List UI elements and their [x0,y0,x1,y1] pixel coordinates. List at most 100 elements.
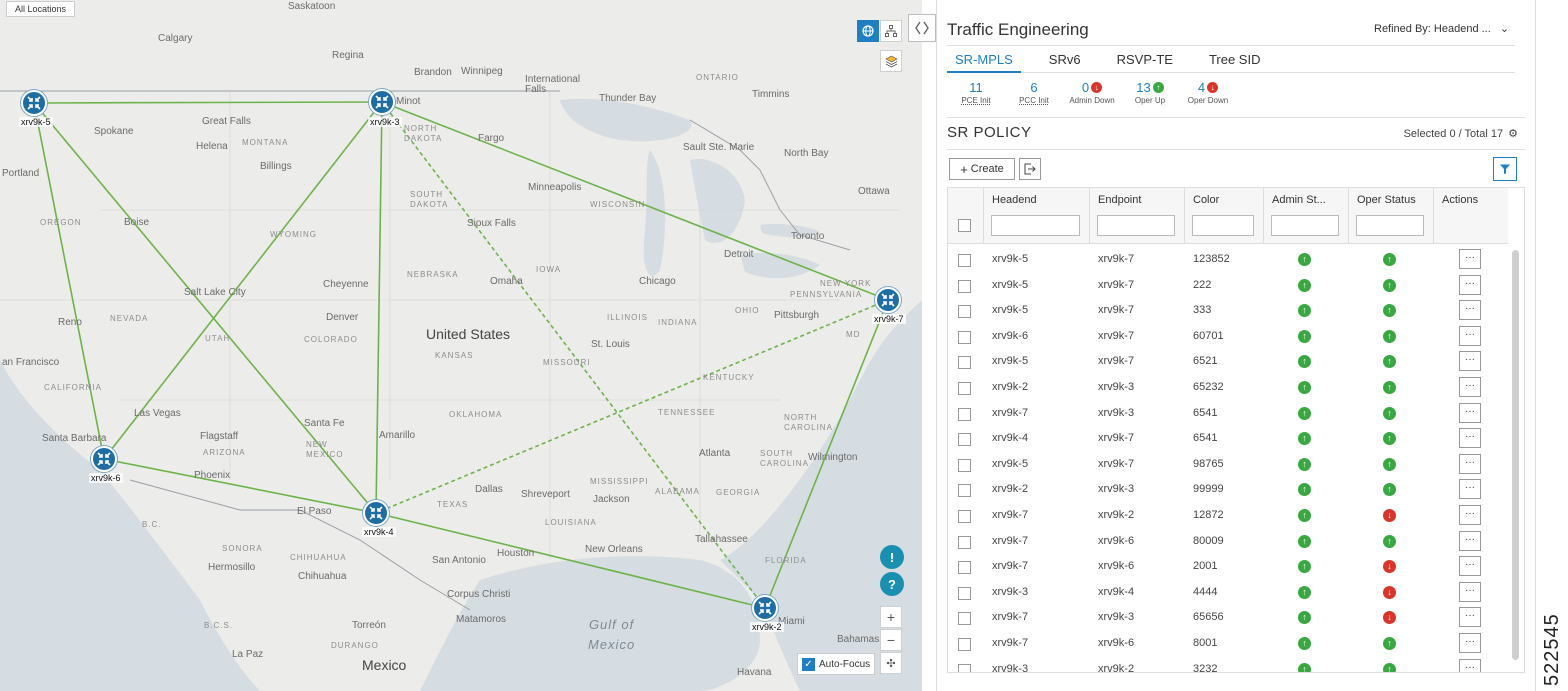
router-node[interactable] [91,446,117,472]
admin-status-up-icon: ↑ [1298,304,1311,318]
select-all-checkbox[interactable] [958,219,971,232]
table-row[interactable]: xrv9k-3 xrv9k-2 3232 ↑ ↑ ··· [948,657,1508,672]
row-actions-button[interactable]: ··· [1459,453,1481,474]
recenter-icon[interactable]: ✣ [880,652,902,674]
map-place-label: Winnipeg [461,66,503,77]
stat-admin-down[interactable]: 0 ↓ Admin Down [1063,80,1121,105]
row-actions-button[interactable]: ··· [1459,658,1481,672]
router-node[interactable] [369,89,395,115]
row-actions-button[interactable]: ··· [1459,633,1481,653]
row-actions-button[interactable]: ··· [1459,300,1481,321]
router-node[interactable] [875,287,901,313]
row-checkbox[interactable] [958,254,971,267]
row-checkbox[interactable] [958,356,971,370]
stat-pce-init[interactable]: 11 PCE Init [947,80,1005,105]
stat-oper-down[interactable]: 4 ↓ Oper Down [1179,80,1237,105]
map-place-label: Bahamas [837,634,880,645]
zoom-in-icon[interactable]: + [880,606,902,628]
table-row[interactable]: xrv9k-7 xrv9k-6 2001 ↑ ↓ ··· [948,554,1508,580]
stat-value: 6 [1030,80,1038,95]
row-checkbox[interactable] [958,433,971,447]
table-row[interactable]: xrv9k-7 xrv9k-6 8001 ↑ ↑ ··· [948,631,1508,657]
layers-icon[interactable] [880,50,902,72]
row-actions-button[interactable]: ··· [1459,274,1481,295]
alert-icon[interactable]: ! [880,545,904,569]
row-checkbox[interactable] [958,279,971,293]
row-actions-button[interactable]: ··· [1459,377,1481,397]
table-row[interactable]: xrv9k-6 xrv9k-7 60701 ↑ ↑ ··· [948,324,1508,350]
table-row[interactable]: xrv9k-7 xrv9k-3 6541 ↑ ↑ ··· [948,401,1508,427]
admin-status-filter-input[interactable] [1271,215,1339,236]
row-actions-button[interactable]: ··· [1459,428,1481,449]
headend-filter-input[interactable] [991,215,1080,236]
row-actions-button[interactable]: ··· [1459,556,1481,577]
arrow-down-icon: ↓ [1091,82,1103,93]
table-row[interactable]: xrv9k-2 xrv9k-3 99999 ↑ ↑ ··· [948,477,1508,503]
gear-icon[interactable]: ⚙ [1508,128,1518,140]
row-actions-button[interactable]: ··· [1459,325,1481,346]
row-actions-button[interactable]: ··· [1459,402,1481,423]
table-row[interactable]: xrv9k-7 xrv9k-3 65656 ↑ ↓ ··· [948,605,1508,631]
row-checkbox[interactable] [958,638,971,651]
export-icon[interactable] [1019,158,1041,180]
table-row[interactable]: xrv9k-5 xrv9k-7 6521 ↑ ↑ ··· [948,349,1508,375]
table-row[interactable]: xrv9k-4 xrv9k-7 6541 ↑ ↑ ··· [948,426,1508,452]
table-row[interactable]: xrv9k-2 xrv9k-3 65232 ↑ ↑ ··· [948,375,1508,401]
topology-link[interactable] [33,101,383,104]
table-row[interactable]: xrv9k-5 xrv9k-7 222 ↑ ↑ ··· [948,273,1508,299]
row-checkbox[interactable] [958,586,971,600]
create-button[interactable]: + Create [949,158,1015,180]
table-row[interactable]: xrv9k-5 xrv9k-7 123852 ↑ ↑ ··· [948,247,1508,273]
router-node[interactable] [752,595,778,621]
admin-status-up-icon: ↑ [1298,509,1311,522]
topology-icon[interactable] [880,20,902,42]
table-row[interactable]: xrv9k-3 xrv9k-4 4444 ↑ ↓ ··· [948,580,1508,606]
row-checkbox[interactable] [958,458,971,472]
row-actions-button[interactable]: ··· [1459,479,1481,500]
refined-by-dropdown[interactable]: Refined By: Headend ... ⌄ [1374,22,1509,35]
row-checkbox[interactable] [958,330,971,344]
row-checkbox[interactable] [958,305,971,319]
row-actions-button[interactable]: ··· [1459,249,1481,269]
globe-icon[interactable] [857,20,879,42]
row-checkbox[interactable] [958,535,971,549]
filter-icon[interactable] [1493,157,1517,181]
row-checkbox[interactable] [958,561,971,575]
row-actions-button[interactable]: ··· [1459,607,1481,628]
tab-sr-mpls[interactable]: SR-MPLS [947,46,1021,73]
help-icon[interactable]: ? [880,572,904,596]
row-checkbox[interactable] [958,484,971,498]
topology-map[interactable]: Saskatoon Calgary Regina Brandon Winnipeg Int… [0,0,922,691]
stat-pcc-init[interactable]: 6 PCC Init [1005,80,1063,105]
tab-srv6[interactable]: SRv6 [1041,46,1089,73]
admin-status-up-icon: ↑ [1298,637,1311,650]
row-actions-button[interactable]: ··· [1459,505,1481,525]
panel-splitter-toggle[interactable] [908,14,936,42]
all-locations-breadcrumb[interactable]: All Locations [6,1,76,17]
tab-rsvp-te[interactable]: RSVP-TE [1109,46,1181,73]
cell-color: 65232 [1193,381,1224,393]
tab-tree-sid[interactable]: Tree SID [1201,46,1269,73]
auto-focus-checkbox[interactable]: ✓ Auto-Focus [797,653,875,675]
table-row[interactable]: xrv9k-7 xrv9k-2 12872 ↑ ↓ ··· [948,503,1508,529]
endpoint-filter-input[interactable] [1097,215,1175,236]
map-place-label: Flagstaff [200,431,239,442]
color-filter-input[interactable] [1192,215,1254,236]
table-row[interactable]: xrv9k-5 xrv9k-7 333 ↑ ↑ ··· [948,298,1508,324]
router-node[interactable] [363,500,389,526]
table-row[interactable]: xrv9k-5 xrv9k-7 98765 ↑ ↑ ··· [948,452,1508,478]
row-actions-button[interactable]: ··· [1459,581,1481,602]
router-node[interactable] [21,90,47,116]
row-checkbox[interactable] [958,407,971,421]
row-checkbox[interactable] [958,510,971,523]
row-actions-button[interactable]: ··· [1459,351,1481,372]
row-checkbox[interactable] [958,663,971,672]
row-checkbox[interactable] [958,382,971,395]
table-row[interactable]: xrv9k-7 xrv9k-6 80009 ↑ ↑ ··· [948,529,1508,555]
oper-status-filter-input[interactable] [1356,215,1424,236]
table-scrollbar[interactable] [1512,250,1519,660]
zoom-out-icon[interactable]: − [880,629,902,651]
row-checkbox[interactable] [958,612,971,626]
row-actions-button[interactable]: ··· [1459,530,1481,551]
stat-oper-up[interactable]: 13 ↑ Oper Up [1121,80,1179,105]
